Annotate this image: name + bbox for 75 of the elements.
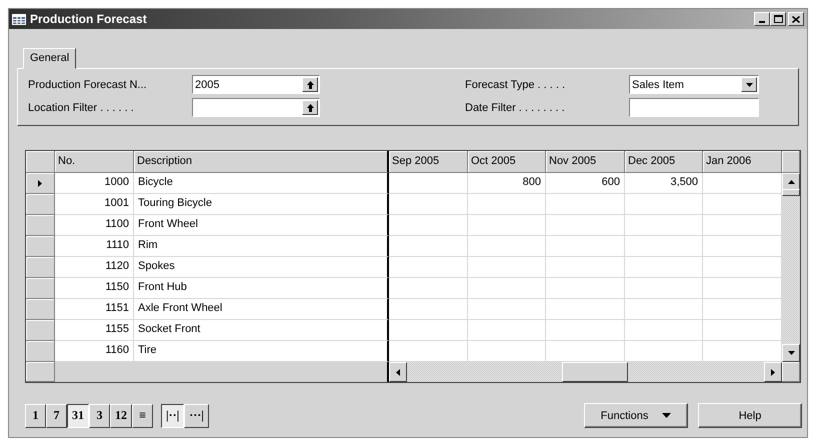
table-cell: 1155 (55, 320, 134, 341)
lookup-button[interactable] (302, 100, 318, 115)
table-cell: 1000 (55, 173, 134, 194)
column-header[interactable]: Nov 2005 (546, 151, 625, 173)
up-arrow-icon (306, 104, 314, 112)
row-pointer-icon (38, 180, 42, 186)
scroll-left-button[interactable] (389, 362, 407, 382)
dropdown-field[interactable]: Sales Item (629, 75, 759, 94)
column-header[interactable]: Description (134, 151, 389, 173)
table-cell: 3,500 (625, 173, 703, 194)
table-icon (12, 14, 26, 24)
vertical-scrollbar[interactable] (782, 173, 800, 362)
dropdown-button[interactable] (741, 77, 757, 92)
column-header[interactable]: Jan 2006 (703, 151, 782, 173)
table-cell: Rim (134, 236, 389, 257)
period-button[interactable]: ≡ (132, 404, 153, 428)
scroll-thumb[interactable] (782, 189, 800, 196)
horizontal-scrollbar[interactable] (389, 362, 782, 382)
column-header[interactable]: Sep 2005 (389, 151, 468, 173)
amount-type-button[interactable]: ···| (184, 404, 209, 428)
row-selector[interactable] (26, 173, 55, 194)
caret-right-icon (771, 368, 775, 376)
grid-corner (26, 151, 55, 173)
table-cell: Front Wheel (134, 215, 389, 236)
scroll-down-button[interactable] (782, 344, 800, 362)
table-cell: Socket Front (134, 320, 389, 341)
help-button[interactable]: Help (698, 403, 802, 428)
field-label: Location Filter . . . . . . (28, 102, 135, 114)
scroll-thumb[interactable] (562, 362, 628, 382)
close-icon (792, 16, 800, 22)
table-cell: 600 (546, 173, 625, 194)
input-field[interactable]: 2005 (192, 75, 320, 94)
table-cell: Touring Bicycle (134, 194, 389, 215)
caret-up-icon (788, 180, 794, 184)
period-button[interactable]: 12 (110, 404, 132, 428)
scroll-right-button[interactable] (764, 362, 782, 382)
maximize-icon (774, 15, 782, 23)
column-header[interactable]: Oct 2005 (468, 151, 546, 173)
field-label: Production Forecast N... (28, 78, 148, 90)
caret-down-icon (662, 413, 672, 418)
table-cell: Axle Front Wheel (134, 299, 389, 320)
field-label: Date Filter . . . . . . . . (465, 102, 566, 114)
input-field[interactable] (192, 98, 320, 117)
table-cell: 1150 (55, 278, 134, 299)
table-cell: 1151 (55, 299, 134, 320)
close-button[interactable] (788, 12, 804, 26)
caret-down-icon (746, 82, 752, 86)
field-label: Forecast Type . . . . . (465, 78, 566, 90)
period-button[interactable]: 3 (89, 404, 110, 428)
column-header[interactable]: No. (55, 151, 134, 173)
caret-down-icon (788, 351, 794, 355)
table-cell: Front Hub (134, 278, 389, 299)
lookup-button[interactable] (302, 77, 318, 92)
table-cell: 1120 (55, 257, 134, 278)
grid-corner (782, 362, 800, 382)
caret-left-icon (396, 368, 400, 376)
minimize-button[interactable] (754, 12, 770, 26)
table-cell: Bicycle (134, 173, 389, 194)
table-cell: 1100 (55, 215, 134, 236)
tab[interactable]: General (23, 48, 76, 69)
period-button[interactable]: 31 (67, 404, 89, 428)
window-title: Production Forecast (30, 12, 148, 26)
input-field[interactable] (629, 98, 759, 117)
column-header[interactable]: Dec 2005 (625, 151, 703, 173)
functions-button[interactable]: Functions (584, 403, 688, 428)
period-button[interactable]: 1 (25, 404, 46, 428)
maximize-button[interactable] (770, 12, 786, 26)
amount-type-button[interactable]: |··| (161, 404, 184, 428)
grid-corner (782, 151, 800, 173)
period-button[interactable]: 7 (46, 404, 67, 428)
table-cell: 800 (468, 173, 546, 194)
table-cell: 1001 (55, 194, 134, 215)
up-arrow-icon (306, 80, 314, 88)
table-cell: 1110 (55, 236, 134, 257)
table-cell: Spokes (134, 257, 389, 278)
